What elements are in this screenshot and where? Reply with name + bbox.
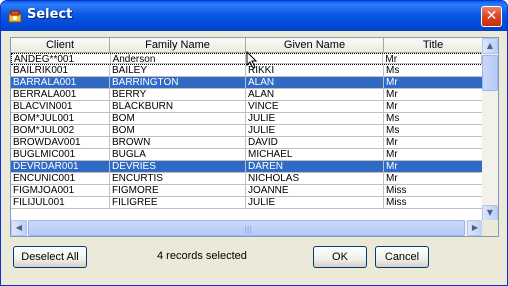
cell-given-name: JULIE <box>246 113 384 125</box>
cell-title: Mr <box>384 101 483 113</box>
table-row[interactable]: FILIJUL001 FILIGREE JULIE Miss <box>11 197 483 209</box>
cell-family-name: FIGMORE <box>110 185 246 197</box>
table-row[interactable]: FIGMJOA001 FIGMORE JOANNE Miss <box>11 185 483 197</box>
table-row[interactable]: BUGLMIC001 BUGLA MICHAEL Mr <box>11 149 483 161</box>
cell-client: BARRALA001 <box>11 77 110 89</box>
cell-client: ENCUNIC001 <box>11 173 110 185</box>
cell-family-name: BUGLA <box>110 149 246 161</box>
horizontal-scroll-thumb[interactable]: ||| <box>28 220 465 236</box>
cell-given-name: VINCE <box>246 101 384 113</box>
table-row[interactable]: BOM*JUL002 BOM JULIE Ms <box>11 125 483 137</box>
cell-family-name: BROWN <box>110 137 246 149</box>
selection-status: 4 records selected <box>157 250 247 262</box>
title-bar[interactable]: Select ✕ <box>1 1 507 31</box>
table-row[interactable]: DEVRDAR001 DEVRIES DAREN Mr <box>11 161 483 173</box>
vertical-scroll-thumb[interactable] <box>482 55 498 91</box>
cell-title: Miss <box>384 185 483 197</box>
scroll-left-button[interactable]: ◀ <box>11 220 27 236</box>
cell-given-name: DAREN <box>246 161 384 173</box>
cell-title: Mr <box>384 149 483 161</box>
cell-family-name: Anderson <box>110 54 246 64</box>
cell-family-name: BARRINGTON <box>110 77 246 89</box>
column-header-title[interactable]: Title <box>384 38 483 52</box>
ok-button[interactable]: OK <box>313 246 367 268</box>
cell-title: Ms <box>384 125 483 137</box>
cell-family-name: BAILEY <box>110 65 246 77</box>
scroll-up-button[interactable]: ▲ <box>482 38 498 54</box>
cell-given-name: NICHOLAS <box>246 173 384 185</box>
cell-title: Miss <box>384 197 483 209</box>
cell-family-name: BERRY <box>110 89 246 101</box>
cell-given-name: RIKKI <box>246 65 384 77</box>
cell-given-name: MICHAEL <box>246 149 384 161</box>
table-row[interactable]: ENCUNIC001 ENCURTIS NICHOLAS Mr <box>11 173 483 185</box>
scroll-down-button[interactable]: ▼ <box>482 205 498 221</box>
cell-family-name: BOM <box>110 113 246 125</box>
cell-client: BLACVIN001 <box>11 101 110 113</box>
table-row[interactable]: BOM*JUL001 BOM JULIE Ms <box>11 113 483 125</box>
cell-client: FIGMJOA001 <box>11 185 110 197</box>
cell-client: DEVRDAR001 <box>11 161 110 173</box>
cell-client: FILIJUL001 <box>11 197 110 209</box>
app-icon <box>8 10 22 23</box>
table-row[interactable]: BERRALA001 BERRY ALAN Mr <box>11 89 483 101</box>
cell-given-name: ALAN <box>246 77 384 89</box>
cell-family-name: FILIGREE <box>110 197 246 209</box>
cell-family-name: DEVRIES <box>110 161 246 173</box>
cell-client: BOM*JUL002 <box>11 125 110 137</box>
cell-client: BERRALA001 <box>11 89 110 101</box>
cell-given-name: DAVID <box>246 137 384 149</box>
cell-title: Mr <box>384 161 483 173</box>
cell-client: ANDEG**001 <box>12 54 111 64</box>
cell-client: BAILRIK001 <box>11 65 110 77</box>
cell-title: Mr <box>384 173 483 185</box>
cell-title: Mr <box>384 89 483 101</box>
table-row[interactable]: BROWDAV001 BROWN DAVID Mr <box>11 137 483 149</box>
column-header-given-name[interactable]: Given Name <box>246 38 384 52</box>
grip-icon: ||| <box>244 225 253 234</box>
select-dialog: Select ✕ Client Family Name Given Name T… <box>0 0 508 286</box>
cell-title: Ms <box>384 113 483 125</box>
column-header-family-name[interactable]: Family Name <box>110 38 246 52</box>
deselect-all-button[interactable]: Deselect All <box>13 246 87 268</box>
cell-given-name: ALAN <box>246 89 384 101</box>
cell-title: Ms <box>384 65 483 77</box>
cell-family-name: BLACKBURN <box>110 101 246 113</box>
cell-client: BOM*JUL001 <box>11 113 110 125</box>
cell-given-name: JULIE <box>246 125 384 137</box>
cell-given-name: JOANNE <box>246 185 384 197</box>
horizontal-scrollbar[interactable]: ◀ ||| ▶ <box>11 220 483 236</box>
column-header-client[interactable]: Client <box>11 38 110 52</box>
cell-client: BROWDAV001 <box>11 137 110 149</box>
cancel-button[interactable]: Cancel <box>375 246 429 268</box>
scrollbar-corner <box>482 220 498 236</box>
grid-rows: ANDEG**001 Anderson Mr BAILRIK001 BAILEY RIKK… <box>11 53 483 209</box>
cell-given-name: JULIE <box>246 197 384 209</box>
cell-title: Mr <box>384 137 483 149</box>
cell-family-name: BOM <box>110 125 246 137</box>
table-row[interactable]: BARRALA001 BARRINGTON ALAN Mr <box>11 77 483 89</box>
cell-family-name: ENCURTIS <box>110 173 246 185</box>
cell-client: BUGLMIC001 <box>11 149 110 161</box>
cell-given-name <box>246 54 384 64</box>
close-icon: ✕ <box>485 8 498 24</box>
close-button[interactable]: ✕ <box>481 6 502 27</box>
cell-title: Mr <box>383 54 482 64</box>
vertical-scrollbar[interactable]: ▲ ▼ <box>482 38 498 221</box>
mouse-cursor-icon <box>246 51 258 69</box>
cell-title: Mr <box>384 77 483 89</box>
scroll-right-button[interactable]: ▶ <box>467 220 483 236</box>
table-row[interactable]: BLACVIN001 BLACKBURN VINCE Mr <box>11 101 483 113</box>
window-title: Select <box>27 7 73 22</box>
